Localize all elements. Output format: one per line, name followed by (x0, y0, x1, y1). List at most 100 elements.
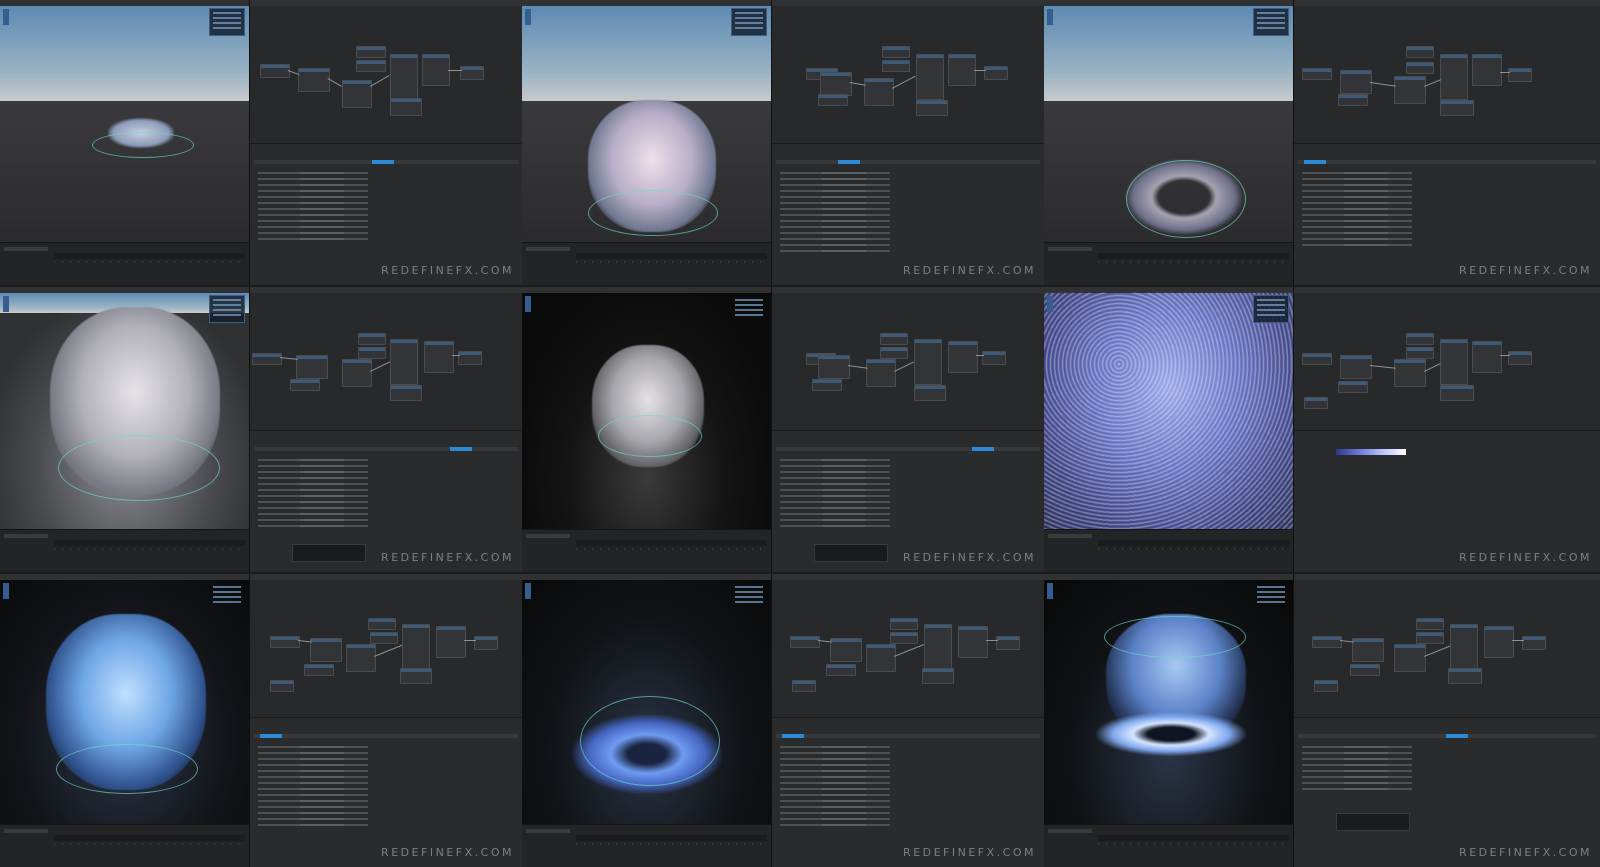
graph-node[interactable] (1340, 355, 1372, 379)
viewport-tools-icon[interactable] (1047, 296, 1053, 312)
graph-node[interactable] (296, 355, 328, 379)
viewport-panel-r3c5[interactable] (1044, 574, 1294, 867)
graph-node[interactable] (864, 78, 894, 106)
graph-node[interactable] (1508, 68, 1532, 82)
graph-node[interactable] (346, 644, 376, 672)
properties-tabs[interactable] (1298, 734, 1596, 738)
graph-node[interactable] (1394, 644, 1426, 672)
graph-node[interactable] (474, 636, 498, 650)
property-rows[interactable] (780, 746, 890, 830)
properties-panel[interactable]: REDEFINEFX.COM (1294, 143, 1600, 285)
graph-node[interactable] (1522, 636, 1546, 650)
editor-panel-r2c4[interactable]: REDEFINEFX.COM (772, 287, 1044, 572)
graph-node[interactable] (402, 624, 430, 670)
graph-node[interactable] (1416, 632, 1444, 644)
graph-node[interactable] (1406, 333, 1434, 345)
curve-editor[interactable] (1336, 813, 1410, 831)
editor-panel-r1c2[interactable]: REDEFINEFX.COM (250, 0, 522, 285)
graph-node[interactable] (1416, 618, 1444, 630)
viewport-panel-r1c3[interactable] (522, 0, 772, 285)
graph-node[interactable] (356, 46, 386, 58)
properties-tabs[interactable] (254, 447, 518, 451)
properties-tabs[interactable] (776, 734, 1040, 738)
graph-node[interactable] (1350, 664, 1380, 676)
node-graph[interactable] (1294, 580, 1600, 717)
graph-node[interactable] (1472, 54, 1502, 86)
properties-panel[interactable]: REDEFINEFX.COM (772, 717, 1044, 867)
graph-node[interactable] (1440, 385, 1474, 401)
graph-node[interactable] (916, 100, 948, 116)
viewport-tools-icon[interactable] (525, 583, 531, 599)
graph-node[interactable] (342, 80, 372, 108)
graph-node[interactable] (1472, 341, 1502, 373)
graph-node[interactable] (812, 379, 842, 391)
timeline[interactable] (1044, 242, 1293, 285)
viewport-panel-r1c1[interactable] (0, 0, 250, 285)
graph-node[interactable] (830, 638, 862, 662)
property-rows[interactable] (1302, 172, 1412, 250)
node-graph[interactable] (250, 6, 522, 143)
graph-node[interactable] (1448, 668, 1482, 684)
viewport-tools-icon[interactable] (1047, 583, 1053, 599)
viewport-panel-r1c5[interactable] (1044, 0, 1294, 285)
editor-panel-r3c2[interactable]: REDEFINEFX.COM (250, 574, 522, 867)
editor-panel-r1c4[interactable]: REDEFINEFX.COM (772, 0, 1044, 285)
graph-node[interactable] (924, 624, 952, 670)
node-graph[interactable] (250, 580, 522, 717)
graph-node[interactable] (342, 359, 372, 387)
viewport-panel-r2c5[interactable] (1044, 287, 1294, 572)
graph-node[interactable] (948, 341, 978, 373)
properties-panel[interactable]: REDEFINEFX.COM (772, 430, 1044, 572)
graph-node[interactable] (996, 636, 1020, 650)
graph-node[interactable] (1440, 100, 1474, 116)
property-rows[interactable] (780, 459, 890, 531)
graph-node[interactable] (1314, 680, 1338, 692)
viewport-tools-icon[interactable] (3, 9, 9, 25)
graph-node[interactable] (916, 54, 944, 100)
node-graph[interactable] (1294, 293, 1600, 430)
graph-node[interactable] (1440, 54, 1468, 100)
graph-node[interactable] (790, 636, 820, 648)
graph-node[interactable] (818, 94, 848, 106)
graph-node[interactable] (422, 54, 450, 86)
graph-node[interactable] (818, 355, 850, 379)
graph-node[interactable] (304, 664, 334, 676)
graph-node[interactable] (368, 618, 396, 630)
graph-node[interactable] (982, 351, 1006, 365)
graph-node[interactable] (390, 54, 418, 100)
properties-tabs[interactable] (254, 160, 518, 164)
properties-panel[interactable]: REDEFINEFX.COM (1294, 430, 1600, 572)
graph-node[interactable] (390, 339, 418, 385)
properties-panel[interactable]: REDEFINEFX.COM (250, 430, 522, 572)
graph-node[interactable] (358, 347, 386, 359)
graph-node[interactable] (866, 644, 896, 672)
graph-node[interactable] (1302, 353, 1332, 365)
graph-node[interactable] (880, 333, 908, 345)
timeline[interactable] (522, 242, 771, 285)
graph-node[interactable] (458, 351, 482, 365)
property-rows[interactable] (258, 172, 368, 244)
graph-node[interactable] (290, 379, 320, 391)
node-graph[interactable] (772, 293, 1044, 430)
color-gradient-ramp[interactable] (1336, 449, 1406, 455)
graph-node[interactable] (390, 98, 422, 116)
graph-node[interactable] (948, 54, 976, 86)
graph-node[interactable] (1440, 339, 1468, 385)
graph-node[interactable] (826, 664, 856, 676)
property-rows[interactable] (1302, 746, 1412, 794)
graph-node[interactable] (1484, 626, 1514, 658)
graph-node[interactable] (358, 333, 386, 345)
graph-node[interactable] (424, 341, 454, 373)
graph-node[interactable] (984, 66, 1008, 80)
property-rows[interactable] (780, 172, 890, 256)
viewport-panel-r2c3[interactable] (522, 287, 772, 572)
graph-node[interactable] (1352, 638, 1384, 662)
viewport-tools-icon[interactable] (1047, 9, 1053, 25)
graph-node[interactable] (1406, 62, 1434, 74)
timeline[interactable] (0, 529, 249, 572)
editor-panel-r3c6[interactable]: REDEFINEFX.COM (1294, 574, 1600, 867)
properties-tabs[interactable] (776, 160, 1040, 164)
graph-node[interactable] (792, 680, 816, 692)
graph-node[interactable] (1338, 381, 1368, 393)
viewport-panel-r3c3[interactable] (522, 574, 772, 867)
